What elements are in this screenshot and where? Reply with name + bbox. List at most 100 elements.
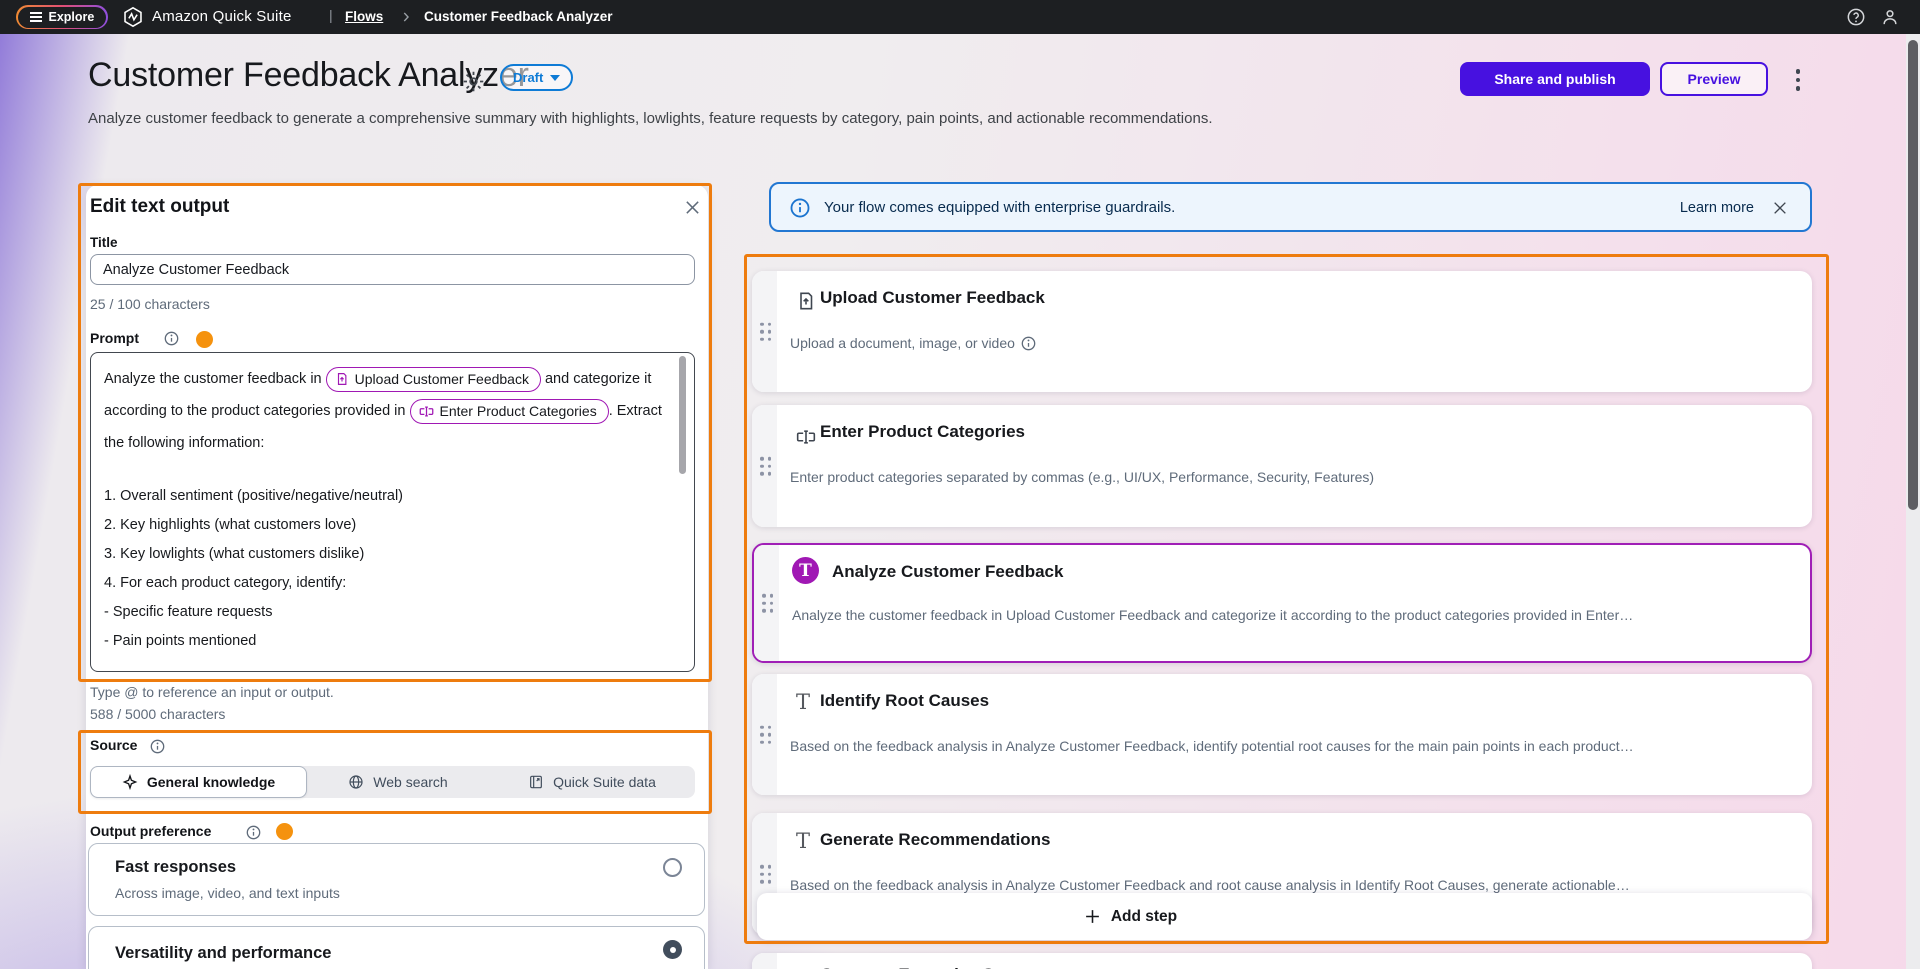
upload-file-icon [796, 291, 816, 311]
top-navigation-bar: Explore Amazon Quick Suite | Flows Custo… [0, 0, 1920, 34]
step-card-analyze-customer-feedback[interactable]: T Analyze Customer Feedback Analyze the … [752, 543, 1812, 663]
data-book-icon [528, 774, 544, 790]
flow-description: Analyze customer feedback to generate a … [88, 110, 1508, 127]
prompt-line: - Pain points mentioned [104, 631, 670, 652]
step-info-icon[interactable] [1021, 336, 1036, 351]
chip-label: Enter Product Categories [440, 395, 597, 427]
panel-heading: Edit text output [90, 196, 229, 218]
text-output-icon: T [796, 690, 810, 714]
prompt-line: 2. Key highlights (what customers love) [104, 515, 670, 536]
status-dropdown[interactable]: Draft [500, 64, 573, 91]
annotation-dot-prompt [196, 331, 213, 348]
prompt-line: 4. For each product category, identify: [104, 573, 670, 594]
title-input[interactable] [90, 254, 695, 285]
globe-icon [348, 774, 364, 790]
breadcrumb-chevron-icon [399, 10, 413, 24]
annotation-dot-output-preference [276, 823, 293, 840]
breadcrumb-current-page: Customer Feedback Analyzer [424, 9, 613, 24]
source-field-label: Source [90, 737, 137, 753]
output-preference-info-icon[interactable] [246, 825, 261, 840]
step-title: Enter Product Categories [820, 422, 1025, 442]
tab-label: General knowledge [147, 774, 275, 790]
text-output-step-badge-icon: T [792, 557, 819, 584]
source-tabs: General knowledge Web search Quick Suite… [90, 766, 695, 798]
drag-handle[interactable] [760, 865, 771, 884]
close-panel-icon[interactable] [684, 199, 701, 216]
prompt-character-counter: 588 / 5000 characters [90, 706, 225, 722]
status-badge: Draft [513, 70, 543, 85]
help-icon[interactable] [1846, 7, 1866, 27]
sparkle-icon [122, 774, 138, 790]
preview-button[interactable]: Preview [1660, 62, 1768, 96]
tab-label: Quick Suite data [553, 774, 656, 790]
text-input-icon [796, 427, 816, 447]
step-card-enter-product-categories[interactable]: Enter Product Categories Enter product c… [752, 405, 1812, 527]
step-description: Based on the feedback analysis in Analyz… [790, 877, 1630, 893]
title-field-label: Title [90, 235, 118, 250]
drag-handle[interactable] [760, 457, 771, 476]
text-output-icon: T [796, 829, 810, 853]
source-info-icon[interactable] [150, 739, 165, 754]
share-and-publish-button[interactable]: Share and publish [1460, 62, 1650, 96]
step-title: Identify Root Causes [820, 691, 989, 711]
tab-label: Web search [373, 774, 447, 790]
radio-fast-responses[interactable] [663, 858, 682, 877]
step-card-upload-customer-feedback[interactable]: Upload Customer Feedback Upload a docume… [752, 271, 1812, 392]
info-icon [789, 197, 811, 219]
plus-icon [1084, 908, 1101, 925]
reference-chip-upload-customer-feedback[interactable]: Upload Customer Feedback [326, 367, 541, 392]
prompt-line: - Specific feature requests [104, 602, 670, 623]
step-card-generate-executive-summary[interactable]: Generate Executive Summary [752, 953, 1812, 969]
prompt-hint: Type @ to reference an input or output. [90, 684, 334, 700]
chip-label: Upload Customer Feedback [355, 363, 529, 395]
drag-handle[interactable] [760, 322, 771, 341]
chevron-down-icon [550, 75, 560, 81]
page-scrollbar-thumb[interactable] [1908, 40, 1918, 510]
prompt-field-label: Prompt [90, 330, 139, 346]
add-step-bar[interactable]: Add step [757, 893, 1812, 940]
explore-button[interactable]: Explore [16, 5, 108, 29]
drag-handle[interactable] [762, 594, 773, 613]
user-account-icon[interactable] [1880, 7, 1900, 27]
banner-close-icon[interactable] [1772, 200, 1788, 216]
option-description: Across image, video, and text inputs [115, 885, 340, 901]
brand-name: Amazon Quick Suite [152, 8, 292, 25]
banner-message: Your flow comes equipped with enterprise… [824, 199, 1175, 216]
option-title: Fast responses [115, 858, 236, 877]
tab-web-search[interactable]: Web search [307, 766, 489, 798]
text-input-icon [419, 404, 434, 419]
reference-chip-enter-product-categories[interactable]: Enter Product Categories [410, 399, 609, 424]
more-actions-kebab-icon[interactable] [1789, 66, 1807, 94]
add-step-label: Add step [1111, 908, 1177, 926]
output-preference-label: Output preference [90, 823, 211, 839]
explore-label: Explore [49, 10, 95, 24]
option-title: Versatility and performance [115, 944, 331, 963]
prompt-scrollbar[interactable] [679, 356, 686, 474]
tab-general-knowledge[interactable]: General knowledge [90, 766, 307, 798]
prompt-line: 3. Key lowlights (what customers dislike… [104, 544, 670, 565]
app-window: Explore Amazon Quick Suite | Flows Custo… [0, 0, 1920, 969]
step-description: Upload a document, image, or video [790, 335, 1015, 351]
breadcrumb-flows-link[interactable]: Flows [345, 9, 383, 24]
radio-versatility-performance[interactable] [663, 940, 682, 959]
learn-more-link[interactable]: Learn more [1680, 200, 1754, 216]
menu-icon [30, 12, 42, 22]
step-description: Based on the feedback analysis in Analyz… [790, 738, 1634, 754]
breadcrumb-separator: | [329, 7, 333, 23]
quick-suite-logo-icon [122, 6, 144, 28]
upload-file-icon [335, 372, 349, 386]
prompt-line: 1. Overall sentiment (positive/negative/… [104, 486, 670, 507]
step-card-identify-root-causes[interactable]: T Identify Root Causes Based on the feed… [752, 674, 1812, 795]
step-title: Analyze Customer Feedback [832, 562, 1063, 582]
page-scrollbar-track[interactable] [1906, 34, 1920, 969]
step-title: Generate Recommendations [820, 830, 1051, 850]
tab-quick-suite-data[interactable]: Quick Suite data [489, 766, 695, 798]
prompt-info-icon[interactable] [164, 331, 179, 346]
title-character-counter: 25 / 100 characters [90, 296, 210, 312]
step-title: Generate Executive Summary [820, 965, 1060, 969]
drag-handle[interactable] [760, 725, 771, 744]
guardrails-info-banner: Your flow comes equipped with enterprise… [769, 182, 1812, 232]
step-description: Enter product categories separated by co… [790, 469, 1374, 485]
flow-settings-gear-icon[interactable] [462, 70, 485, 93]
prompt-editor[interactable]: Analyze the customer feedback in Upload … [90, 352, 695, 672]
